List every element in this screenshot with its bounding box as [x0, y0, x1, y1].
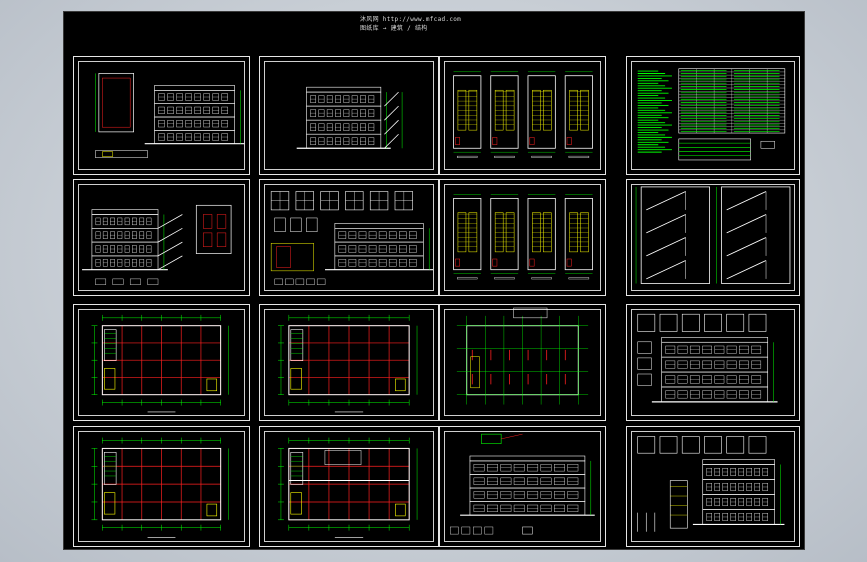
- sheet-floor-plan-4-drawing: [277, 437, 418, 538]
- sheet-stair-plans-2-drawing: [453, 194, 593, 280]
- sheet-stair-plans-2[interactable]: [439, 179, 606, 296]
- sheet-section-detail[interactable]: [73, 179, 250, 296]
- sheet-front-elevation-drawing: [637, 313, 778, 403]
- model-space[interactable]: 沐风网 http://www.mfcad.com 图纸库 → 建筑 / 结构: [63, 11, 805, 550]
- sheet-floor-plan-4[interactable]: [259, 426, 439, 547]
- sheet-window-details[interactable]: [259, 179, 439, 296]
- sheet-side-elevation[interactable]: [259, 56, 439, 175]
- sheet-floor-plan-2[interactable]: [259, 304, 439, 421]
- sheet-stair-sections[interactable]: [626, 179, 800, 296]
- sheet-main-elevation-drawing: [450, 433, 595, 535]
- sheet-section-elevation[interactable]: [73, 56, 250, 175]
- sheet-main-elevation[interactable]: [439, 426, 606, 547]
- sheet-design-notes-drawing: [637, 68, 786, 161]
- sheet-stair-plans[interactable]: [439, 56, 606, 175]
- sheet-rear-elevation[interactable]: [626, 426, 800, 547]
- sheet-floor-plan-2-drawing: [278, 314, 418, 413]
- header-line-2: 图纸库 → 建筑 / 结构: [360, 25, 428, 32]
- sheet-section-detail-drawing: [82, 204, 232, 285]
- sheet-design-notes[interactable]: [626, 56, 800, 175]
- sheet-roof-plan-drawing: [456, 307, 589, 405]
- sheet-floor-plan-3[interactable]: [73, 426, 250, 547]
- sheet-stair-plans-drawing: [453, 71, 593, 158]
- sheet-side-elevation-drawing: [296, 86, 403, 149]
- sheet-rear-elevation-drawing: [637, 436, 785, 532]
- sheet-front-elevation[interactable]: [626, 304, 800, 421]
- sheet-floor-plan-3-drawing: [91, 437, 229, 538]
- sheet-floor-plan-1-drawing: [91, 314, 229, 413]
- sheet-stair-sections-drawing: [635, 186, 791, 284]
- header-line-1: 沐风网 http://www.mfcad.com: [360, 16, 462, 23]
- sheet-floor-plan-1[interactable]: [73, 304, 250, 421]
- sheet-roof-plan[interactable]: [439, 304, 606, 421]
- sheet-section-elevation-drawing: [95, 73, 245, 158]
- sheet-window-details-drawing: [270, 191, 434, 285]
